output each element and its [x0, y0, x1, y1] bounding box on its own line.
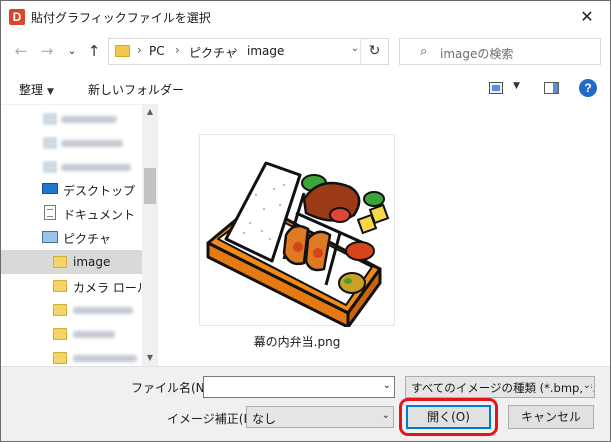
sidebar-item-documents[interactable]: ドキュメント: [1, 201, 142, 225]
breadcrumb-separator: ›: [233, 43, 238, 57]
sidebar-item-obscured[interactable]: [1, 298, 142, 322]
chevron-down-icon[interactable]: ⌄: [580, 380, 591, 391]
dialog-title: 貼付グラフィックファイルを選択: [31, 11, 211, 25]
folder-icon: [115, 45, 130, 57]
folder-icon: [53, 304, 67, 316]
sidebar-item-label: ドキュメント: [63, 208, 136, 222]
breadcrumb-pictures[interactable]: ピクチャ: [189, 44, 237, 61]
blurred-icon: [43, 161, 57, 173]
sidebar-item-desktop[interactable]: デスクトップ: [1, 177, 142, 201]
help-icon[interactable]: ?: [579, 79, 597, 97]
refresh-button[interactable]: ↻: [360, 39, 388, 64]
chevron-down-icon[interactable]: ⌄: [382, 410, 390, 421]
organize-label: 整理: [19, 83, 44, 97]
blurred-icon: [43, 113, 57, 125]
blurred-label: [73, 355, 137, 362]
preview-pane-icon[interactable]: [544, 82, 559, 94]
organize-button[interactable]: 整理 ▼: [19, 81, 54, 98]
filename-label: ファイル名(N):: [131, 381, 214, 395]
chevron-down-icon[interactable]: ⌄: [383, 380, 391, 391]
folder-icon: [53, 280, 67, 292]
sidebar-item-label: デスクトップ: [63, 184, 136, 198]
forward-button[interactable]: →: [36, 40, 58, 62]
sidebar-item-label: image: [73, 255, 111, 269]
back-button[interactable]: ←: [10, 40, 32, 62]
navigation-row: ← → ⌄ ↑ › PC › ピクチャ › image ⌄ ↻ ⌕ imageの…: [1, 34, 610, 70]
breadcrumb-separator: ›: [137, 43, 142, 57]
address-bar[interactable]: › PC › ピクチャ › image ⌄ ↻: [108, 38, 389, 65]
blurred-label: [61, 140, 123, 147]
scroll-thumb[interactable]: [144, 168, 156, 204]
breadcrumb-image[interactable]: image: [247, 44, 284, 58]
breadcrumb-pc[interactable]: PC: [149, 44, 165, 58]
document-icon: [44, 205, 56, 220]
scroll-down-icon[interactable]: ▼: [142, 350, 158, 366]
folder-icon: [53, 328, 67, 340]
dialog-footer: ファイル名(N): ⌄ すべてのイメージの種類 (*.bmp, *.c ⌄ イメ…: [1, 366, 610, 441]
search-placeholder: imageの検索: [440, 47, 514, 61]
search-icon: ⌕: [420, 44, 428, 59]
image-correction-select[interactable]: なし ⌄: [246, 406, 394, 428]
filetype-select[interactable]: すべてのイメージの種類 (*.bmp, *.c ⌄: [405, 376, 595, 398]
image-correction-value: なし: [252, 412, 277, 426]
new-folder-button[interactable]: 新しいフォルダー: [88, 81, 184, 98]
sidebar-item-camera-roll[interactable]: カメラ ロール: [1, 274, 149, 298]
scroll-up-icon[interactable]: ▲: [142, 104, 158, 120]
blurred-label: [61, 164, 131, 171]
folder-icon: [53, 352, 67, 364]
sidebar-item-pictures[interactable]: ピクチャ: [1, 225, 142, 249]
chevron-down-icon: ▼: [47, 87, 54, 97]
file-list: 幕の内弁当.png: [159, 104, 610, 366]
pictures-icon: [42, 231, 58, 243]
blurred-label: [73, 307, 133, 314]
title-bar: D 貼付グラフィックファイルを選択 ✕: [1, 1, 610, 33]
change-view-icon[interactable]: [489, 82, 503, 94]
sidebar-item-obscured[interactable]: [1, 322, 142, 346]
app-icon: D: [9, 9, 25, 25]
sidebar-item-label: カメラ ロール: [73, 281, 149, 295]
filetype-value: すべてのイメージの種類 (*.bmp, *.c: [411, 381, 595, 395]
bento-box-illustration: [206, 161, 390, 329]
sidebar-item-image[interactable]: image: [1, 250, 142, 274]
cancel-button[interactable]: キャンセル: [508, 405, 594, 429]
blurred-label: [73, 331, 115, 338]
sidebar-item-obscured[interactable]: [1, 131, 142, 155]
filename-input[interactable]: ⌄: [203, 376, 395, 398]
file-thumbnail[interactable]: [199, 134, 395, 329]
search-box[interactable]: ⌕ imageの検索: [399, 38, 601, 65]
folder-icon: [53, 256, 67, 268]
file-open-dialog: D 貼付グラフィックファイルを選択 ✕ ← → ⌄ ↑ › PC › ピクチャ …: [0, 0, 611, 442]
sidebar-item-obscured[interactable]: [1, 155, 142, 179]
up-button[interactable]: ↑: [83, 40, 105, 62]
open-button[interactable]: 開く(O): [406, 405, 491, 429]
sidebar-item-label: ピクチャ: [63, 232, 111, 246]
view-options-caret-icon[interactable]: ▼: [513, 81, 520, 91]
file-name-label[interactable]: 幕の内弁当.png: [199, 333, 395, 350]
desktop-icon: [42, 183, 58, 194]
blurred-icon: [43, 137, 57, 149]
blurred-label: [61, 116, 117, 123]
breadcrumb-separator: ›: [175, 43, 180, 57]
sidebar-item-obscured[interactable]: [1, 107, 142, 131]
command-toolbar: 整理 ▼ 新しいフォルダー ▼ ?: [1, 75, 610, 103]
close-button[interactable]: ✕: [564, 1, 610, 33]
recent-locations-button[interactable]: ⌄: [61, 40, 83, 62]
navigation-pane: デスクトップ ドキュメント ピクチャ image カメラ ロール: [1, 104, 158, 366]
sidebar-scrollbar[interactable]: ▲ ▼: [142, 104, 158, 366]
image-correction-label: イメージ補正(I): [167, 412, 252, 426]
